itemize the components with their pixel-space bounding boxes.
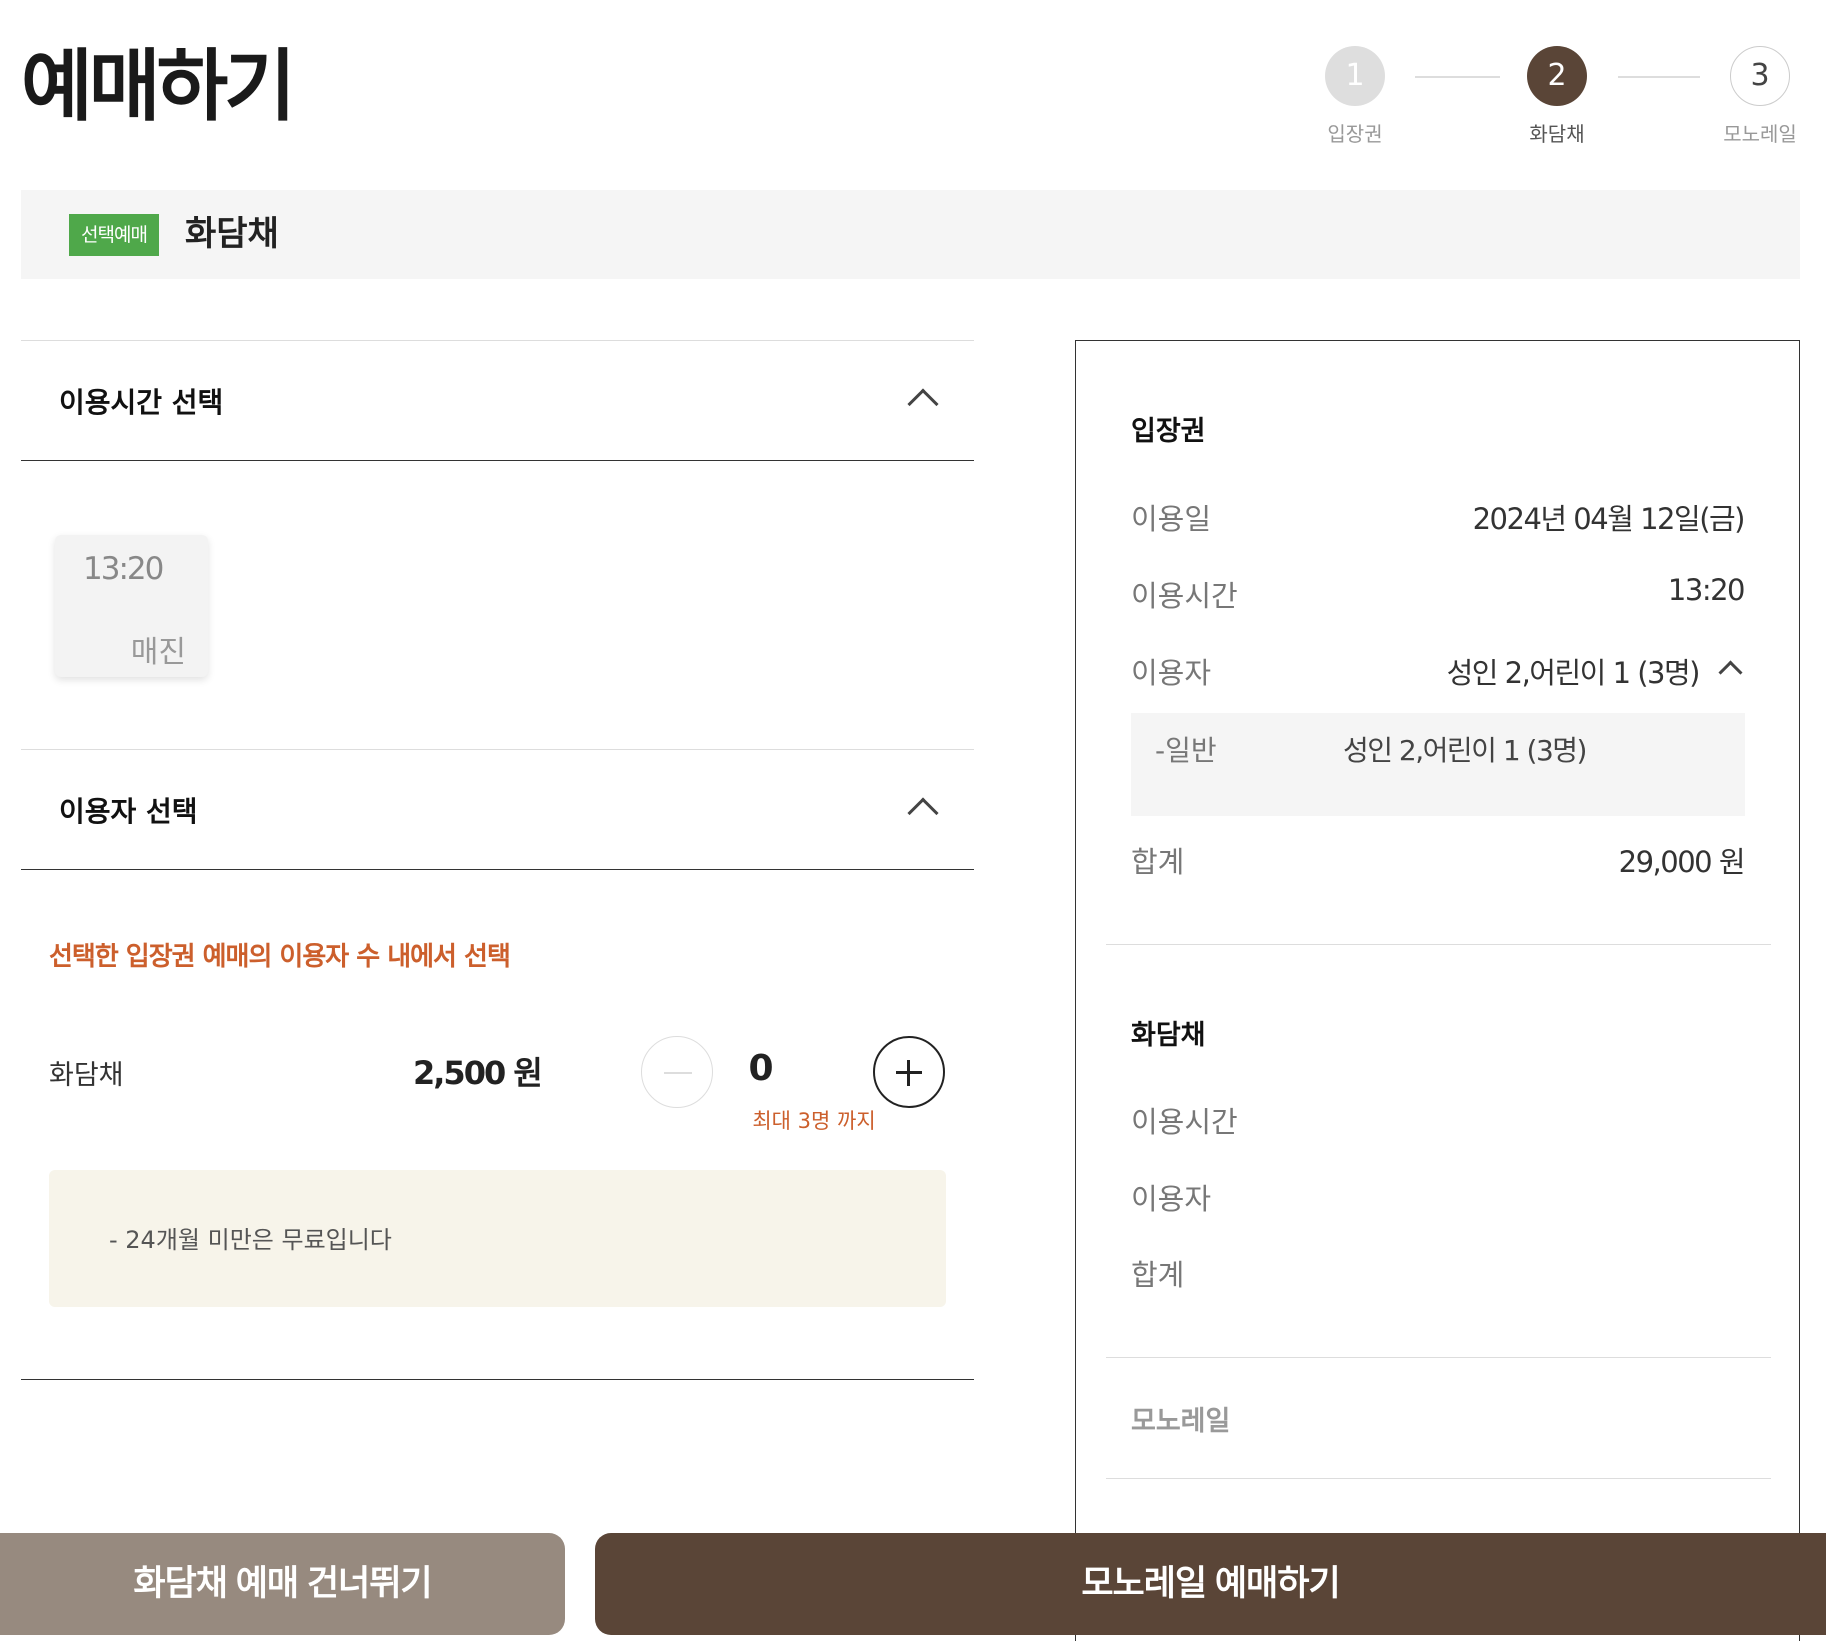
chevron-up-icon[interactable] bbox=[907, 388, 939, 420]
step-3-number: 3 bbox=[1730, 46, 1790, 106]
skip-button[interactable]: 화담채 예매 건너뛰기 bbox=[0, 1533, 565, 1635]
summary-users-value: 성인 2,어린이 1 (3명) bbox=[1446, 656, 1701, 690]
action-bar: 화담채 예매 건너뛰기 모노레일 예매하기 bbox=[0, 1533, 1826, 1635]
user-limit-notice: 선택한 입장권 예매의 이용자 수 내에서 선택 bbox=[49, 942, 511, 972]
summary-total-value: 29,000 원 bbox=[1618, 845, 1746, 879]
step-2: 2 화담채 bbox=[1497, 46, 1617, 147]
product-title: 화담채 bbox=[185, 214, 279, 254]
step-1: 1 입장권 bbox=[1295, 46, 1415, 147]
chevron-up-icon[interactable] bbox=[907, 797, 939, 829]
step-connector bbox=[1415, 76, 1500, 78]
time-slot-status: 매진 bbox=[130, 635, 186, 670]
summary-monorail-title: 모노레일 bbox=[1131, 1406, 1231, 1437]
step-3-label: 모노레일 bbox=[1723, 122, 1797, 146]
time-section-title: 이용시간 선택 bbox=[59, 386, 224, 419]
info-text: - 24개월 미만은 무료입니다 bbox=[109, 1226, 392, 1254]
chevron-up-icon[interactable] bbox=[1718, 660, 1743, 685]
summary-users-detail: -일반 성인 2,어린이 1 (3명) bbox=[1131, 713, 1745, 816]
item-label: 화담채 bbox=[49, 1060, 124, 1091]
step-1-label: 입장권 bbox=[1327, 122, 1383, 146]
divider bbox=[1106, 1478, 1771, 1479]
step-2-number: 2 bbox=[1527, 46, 1587, 106]
divider bbox=[21, 1379, 974, 1380]
time-slot-time: 13:20 bbox=[83, 551, 164, 587]
step-indicator: 1 입장권 2 화담채 3 모노레일 bbox=[0, 46, 1826, 146]
summary-time-value: 13:20 bbox=[1667, 573, 1746, 607]
step-connector bbox=[1618, 76, 1700, 78]
summary-date-label: 이용일 bbox=[1131, 502, 1212, 536]
summary-users-label: 이용자 bbox=[1131, 656, 1212, 690]
increase-quantity-button[interactable] bbox=[873, 1036, 945, 1108]
time-slot[interactable]: 13:20 매진 bbox=[55, 535, 208, 677]
summary-ticket-title: 입장권 bbox=[1131, 416, 1206, 447]
user-section-title: 이용자 선택 bbox=[59, 795, 198, 828]
quantity-value: 0 bbox=[748, 1048, 774, 1089]
decrease-quantity-button[interactable] bbox=[641, 1036, 713, 1108]
booking-summary: 입장권 이용일 2024년 04월 12일(금) 이용시간 13:20 이용자 … bbox=[1075, 340, 1800, 1641]
product-banner: 선택예매 화담채 bbox=[21, 190, 1800, 279]
summary-users-detail-label: -일반 bbox=[1155, 734, 1217, 767]
summary-hwadamchae-total-label: 합계 bbox=[1131, 1258, 1185, 1292]
next-button[interactable]: 모노레일 예매하기 bbox=[595, 1533, 1826, 1635]
info-box: - 24개월 미만은 무료입니다 bbox=[49, 1170, 946, 1307]
item-price: 2,500 원 bbox=[413, 1054, 543, 1092]
summary-hwadamchae-users-label: 이용자 bbox=[1131, 1182, 1212, 1216]
step-1-number: 1 bbox=[1325, 46, 1385, 106]
divider bbox=[1106, 1357, 1771, 1358]
summary-date-value: 2024년 04월 12일(금) bbox=[1472, 502, 1746, 536]
selection-badge: 선택예매 bbox=[69, 214, 159, 256]
divider bbox=[1106, 944, 1771, 945]
step-2-label: 화담채 bbox=[1529, 122, 1585, 146]
time-section-header[interactable]: 이용시간 선택 bbox=[21, 340, 974, 461]
max-quantity-note: 최대 3명 까지 bbox=[752, 1109, 876, 1133]
summary-total-label: 합계 bbox=[1131, 845, 1185, 879]
summary-users-detail-value: 성인 2,어린이 1 (3명) bbox=[1343, 734, 1587, 767]
user-section-header[interactable]: 이용자 선택 bbox=[21, 749, 974, 870]
step-3: 3 모노레일 bbox=[1700, 46, 1820, 147]
summary-hwadamchae-title: 화담채 bbox=[1131, 1020, 1206, 1051]
summary-time-label: 이용시간 bbox=[1131, 579, 1238, 613]
summary-hwadamchae-time-label: 이용시간 bbox=[1131, 1105, 1238, 1139]
